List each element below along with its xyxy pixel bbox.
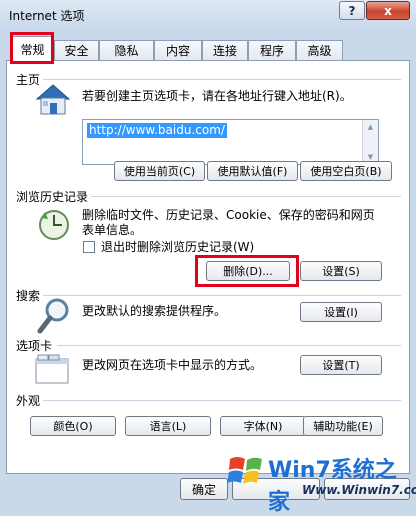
url-scrollbar[interactable]: ▲ ▼	[362, 120, 378, 164]
help-button[interactable]: ?	[339, 1, 365, 20]
general-panel: 主页 若要创建主页选项卡，请在各地址行键入地址(R)。 http://www.b…	[6, 60, 410, 474]
tab-privacy[interactable]: 隐私	[99, 40, 154, 60]
search-description: 更改默认的搜索提供程序。	[82, 304, 227, 318]
help-icon: ?	[348, 3, 356, 18]
tab-advanced[interactable]: 高级	[296, 40, 343, 60]
watermark-url: Www.Winwin7.com	[302, 483, 416, 497]
tab-connections[interactable]: 连接	[202, 40, 248, 60]
colors-button[interactable]: 颜色(O)	[30, 416, 116, 436]
tab-label: 程序	[259, 44, 284, 58]
use-current-button[interactable]: 使用当前页(C)	[114, 161, 205, 181]
languages-button[interactable]: 语言(L)	[125, 416, 211, 436]
tab-label: 内容	[165, 44, 190, 58]
homepage-description: 若要创建主页选项卡，请在各地址行键入地址(R)。	[82, 89, 352, 103]
use-blank-button[interactable]: 使用空白页(B)	[300, 161, 392, 181]
tab-label: 连接	[212, 44, 237, 58]
accessibility-button[interactable]: 辅助功能(E)	[303, 416, 383, 436]
homepage-url-input[interactable]: http://www.baidu.com/ ▲ ▼	[82, 119, 379, 165]
history-settings-button[interactable]: 设置(S)	[300, 261, 382, 281]
use-default-button[interactable]: 使用默认值(F)	[207, 161, 298, 181]
appearance-divider	[43, 400, 401, 401]
scroll-down-icon[interactable]: ▼	[363, 153, 378, 161]
history-clock-icon	[39, 210, 69, 240]
tabs-section-description: 更改网页在选项卡中显示的方式。	[82, 358, 263, 372]
close-icon: x	[384, 3, 392, 18]
active-tab-highlight	[10, 32, 54, 64]
search-divider	[43, 295, 401, 296]
tab-label: 高级	[307, 44, 332, 58]
delete-on-exit-label: 退出时删除浏览历史记录(W)	[101, 240, 255, 254]
homepage-divider	[43, 79, 401, 80]
windows-logo-icon	[227, 457, 262, 484]
tabs-settings-button[interactable]: 设置(T)	[300, 355, 382, 375]
close-button[interactable]: x	[366, 1, 410, 20]
magnifier-icon	[37, 298, 69, 334]
site-watermark: Win7系统之家 Www.Winwin7.com	[222, 449, 416, 515]
appearance-title: 外观	[16, 394, 41, 408]
tab-content[interactable]: 内容	[154, 40, 202, 60]
tabs-section-title: 选项卡	[16, 339, 53, 353]
search-settings-button[interactable]: 设置(I)	[300, 302, 382, 322]
delete-on-exit-checkbox[interactable]	[83, 241, 95, 253]
tab-security[interactable]: 安全	[54, 40, 99, 60]
tab-label: 安全	[64, 44, 89, 58]
history-description-line1: 删除临时文件、历史记录、Cookie、保存的密码和网页	[82, 208, 375, 222]
fonts-button[interactable]: 字体(N)	[220, 416, 306, 436]
scroll-up-icon[interactable]: ▲	[363, 123, 378, 131]
house-icon	[35, 84, 71, 115]
tabs-window-icon	[35, 354, 69, 384]
homepage-url-text: http://www.baidu.com/	[87, 123, 227, 138]
history-title: 浏览历史记录	[16, 190, 89, 204]
title-bar: Internet 选项 ? x	[0, 0, 416, 30]
ok-button[interactable]: 确定	[180, 478, 228, 500]
delete-button-highlight	[195, 255, 299, 287]
tabs-section-divider	[57, 345, 401, 346]
window-title: Internet 选项	[9, 9, 85, 23]
history-divider	[91, 196, 401, 197]
tab-label: 隐私	[114, 44, 139, 58]
tab-programs[interactable]: 程序	[248, 40, 296, 60]
history-description-line2: 表单信息。	[82, 223, 143, 237]
